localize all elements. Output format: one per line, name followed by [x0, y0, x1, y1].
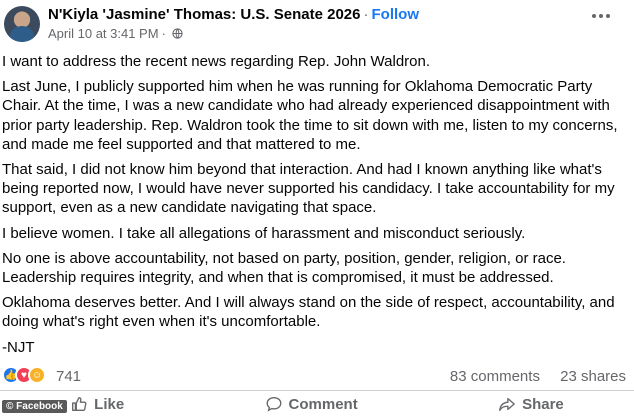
share-button[interactable]: Share	[498, 392, 564, 416]
author-name[interactable]: N'Kiyla 'Jasmine' Thomas: U.S. Senate 20…	[48, 6, 361, 23]
action-bar: Like Comment Share	[0, 392, 634, 416]
care-reaction-icon: ☺	[28, 366, 46, 384]
comment-icon	[266, 397, 281, 412]
comment-button[interactable]: Comment	[265, 392, 358, 416]
thumbs-up-icon	[72, 397, 87, 411]
post-signature: -NJT	[2, 338, 35, 356]
author-line: N'Kiyla 'Jasmine' Thomas: U.S. Senate 20…	[48, 6, 419, 23]
post-header: N'Kiyla 'Jasmine' Thomas: U.S. Senate 20…	[0, 0, 634, 48]
reactions-bar: 👍 ♥ ☺ 741 83 comments 23 shares	[0, 364, 634, 388]
post-paragraph: Last June, I publicly supported him when…	[2, 78, 618, 153]
post-paragraph: Oklahoma deserves better. And I will alw…	[2, 294, 615, 331]
like-button[interactable]: Like	[70, 392, 124, 416]
share-icon	[499, 397, 515, 411]
post-stats: 83 comments 23 shares	[450, 368, 626, 385]
more-options-icon[interactable]	[592, 10, 616, 22]
share-label: Share	[522, 395, 564, 413]
meta-separator: ·	[161, 26, 166, 41]
reaction-count[interactable]: 741	[56, 368, 81, 385]
divider	[0, 390, 634, 391]
comments-count[interactable]: 83 comments	[450, 368, 540, 385]
separator-dot: ·	[363, 6, 369, 23]
post-paragraph: That said, I did not know him beyond tha…	[2, 161, 615, 217]
post-paragraph: I believe women. I take all allegations …	[2, 224, 526, 242]
globe-icon	[172, 28, 183, 39]
post-paragraph: No one is above accountability, not base…	[2, 249, 566, 287]
source-watermark: © Facebook	[2, 400, 67, 413]
reaction-icons[interactable]: 👍 ♥ ☺	[2, 366, 46, 384]
avatar[interactable]	[4, 6, 40, 42]
post-timestamp[interactable]: April 10 at 3:41 PM	[48, 26, 159, 41]
like-label: Like	[94, 395, 125, 413]
follow-button[interactable]: Follow	[372, 6, 420, 23]
post-meta: April 10 at 3:41 PM ·	[48, 26, 183, 41]
post-body: I want to address the recent news regard…	[2, 52, 630, 363]
post-paragraph: I want to address the recent news regard…	[2, 53, 431, 70]
shares-count[interactable]: 23 shares	[560, 368, 626, 385]
comment-label: Comment	[288, 395, 358, 413]
